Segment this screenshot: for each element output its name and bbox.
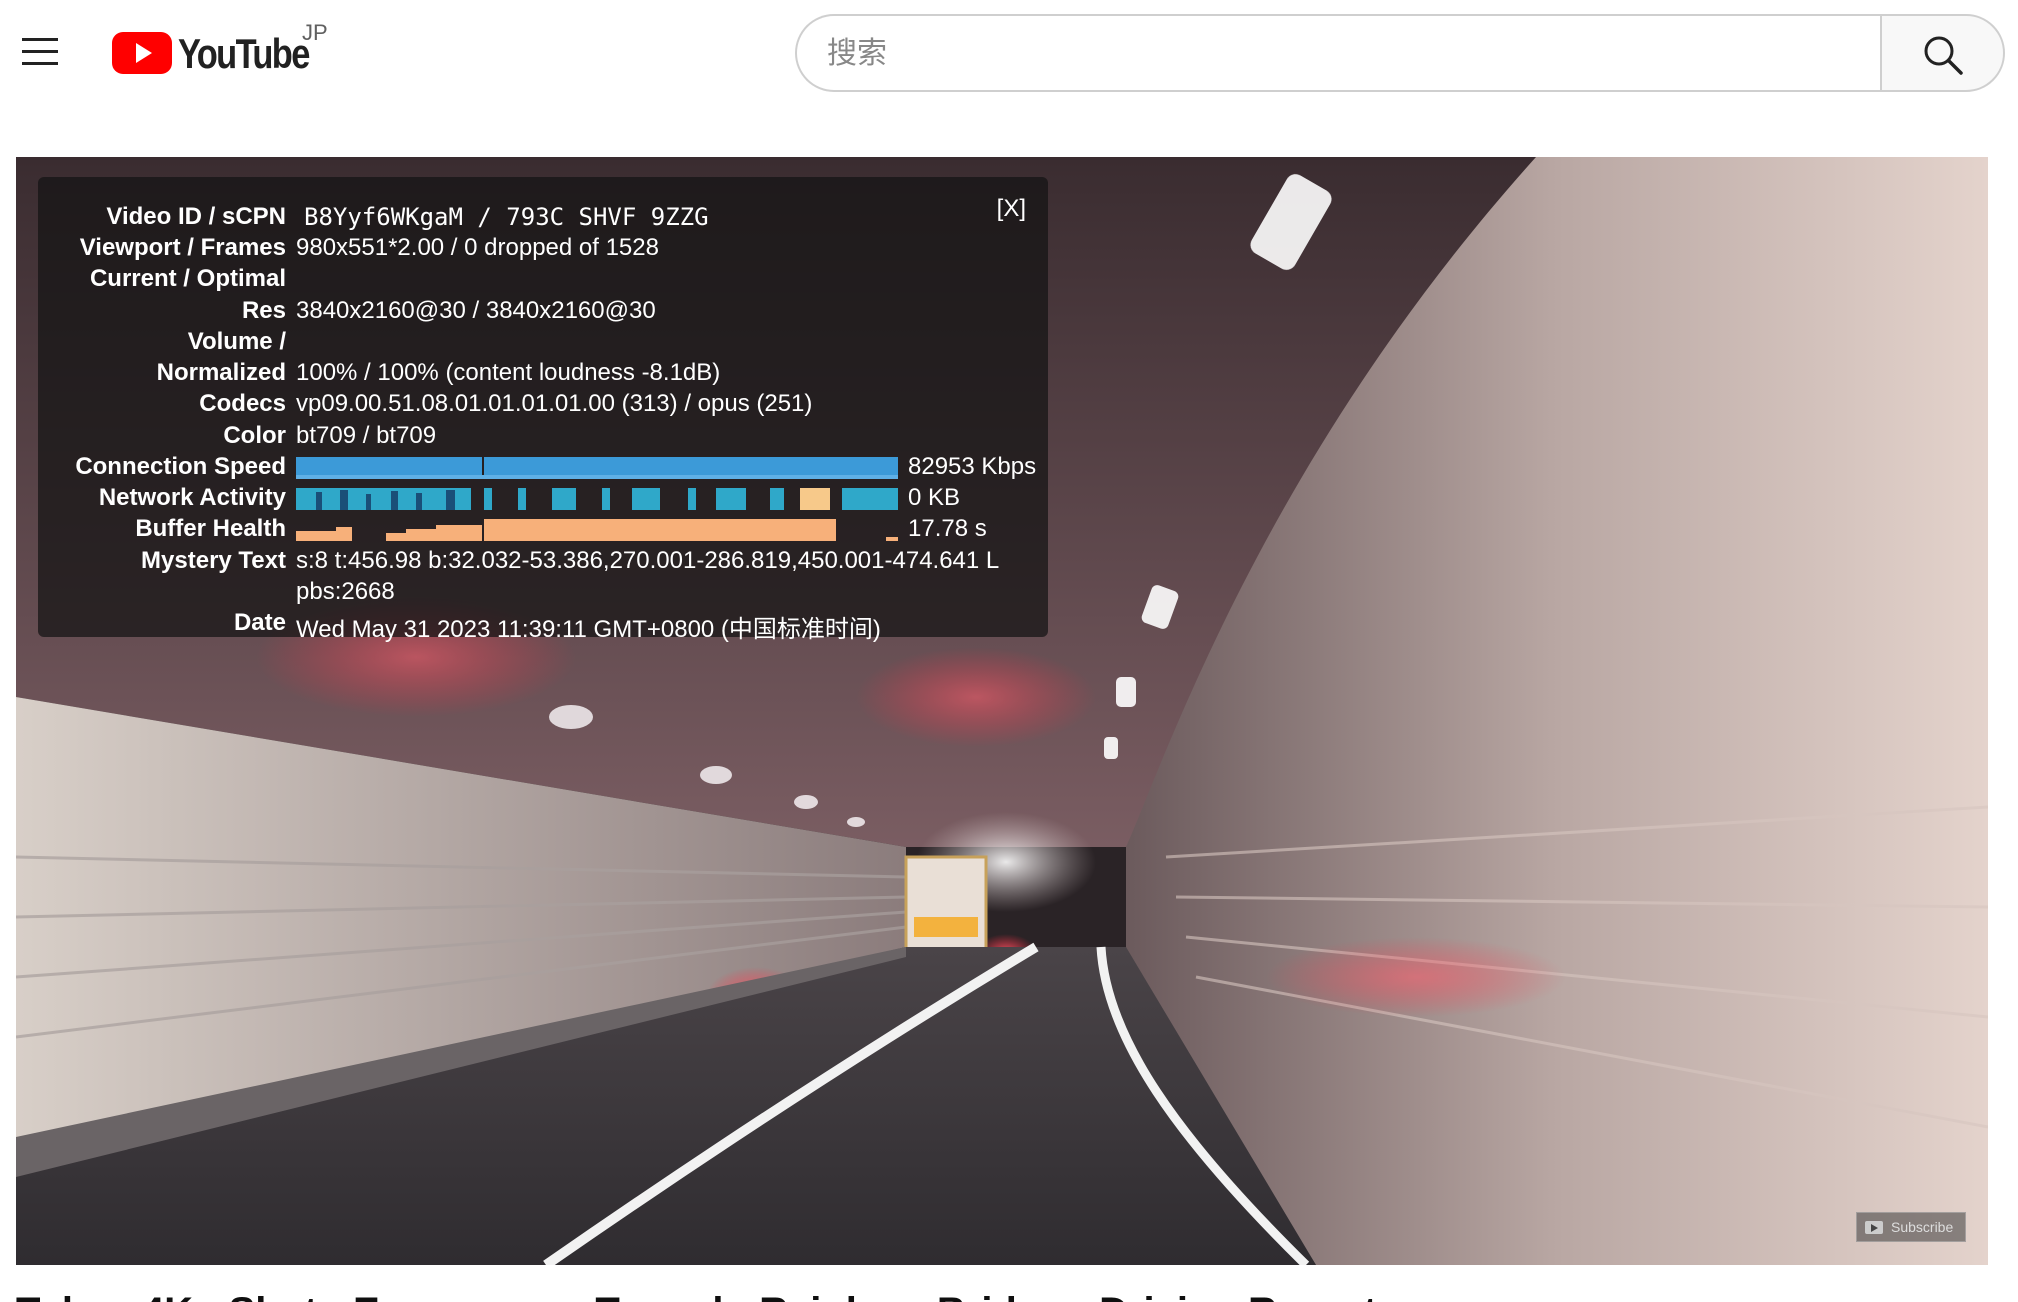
stats-label: Buffer Health [135,515,286,542]
stats-row-mystery-text: Mystery Text s:8 t:456.98 b:32.032-53.38… [38,547,1048,579]
stats-row-volume: Volume / [38,328,1048,360]
stats-row-current-optimal: Current / Optimal [38,265,1048,297]
menu-line [22,38,58,41]
stats-row-video-id: Video ID / sCPN B8Yyf6WKgaM / 793C SHVF … [38,203,1048,235]
stats-row-codecs: Codecs vp09.00.51.08.01.01.01.01.00 (313… [38,390,1048,422]
search-button[interactable] [1880,14,2005,92]
stats-label: Connection Speed [75,453,286,480]
stats-row-viewport: Viewport / Frames 980x551*2.00 / 0 dropp… [38,234,1048,266]
stats-row-connection-speed: Connection Speed 82953 Kbps [38,453,1048,485]
stats-label: Res [241,297,286,324]
stats-for-nerds-panel: [X] Video ID / sCPN B8Yyf6WKgaM / 793C S… [38,177,1048,643]
search-icon [1924,36,1963,75]
stats-row-normalized: Normalized 100% / 100% (content loudness… [38,359,1048,391]
stats-label: Codecs [199,390,286,417]
stats-value: 980x551*2.00 / 0 dropped of 1528 [296,234,659,261]
stats-row-res: Res 3840x2160@30 / 3840x2160@30 [38,297,1048,329]
stats-label: Viewport / Frames [79,234,286,261]
stats-value: Wed May 31 2023 11:39:11 GMT+0800 (中国标准时… [296,616,881,643]
stats-value: 100% / 100% (content loudness -8.1dB) [296,359,721,386]
subscribe-watermark[interactable]: Subscribe [1856,1212,1966,1242]
stats-value: 82953 Kbps [908,453,1037,480]
masthead: YouTube JP [0,0,2018,105]
connection-speed-graph [296,457,898,479]
menu-icon[interactable] [18,32,62,72]
country-code: JP [302,20,328,45]
youtube-watermark-icon [1865,1220,1883,1234]
subscribe-watermark-label: Subscribe [1891,1219,1954,1235]
stats-label: Volume / [187,328,286,355]
youtube-play-logo-icon [112,32,172,74]
stats-label: Mystery Text [141,547,286,574]
video-title: Tokyo 4K - Shuto Expressway Tunnel - Rai… [16,1290,1377,1302]
menu-line [22,50,58,53]
stats-label: Network Activity [98,484,286,511]
network-activity-graph [296,488,898,510]
stats-value: B8Yyf6WKgaM / 793C SHVF 9ZZG [304,203,709,231]
stats-value: 0 KB [908,484,961,511]
stats-value: s:8 t:456.98 b:32.032-53.386,270.001-286… [296,547,1000,574]
video-player[interactable]: [X] Video ID / sCPN B8Yyf6WKgaM / 793C S… [16,157,1988,1265]
menu-line [22,62,58,65]
stats-label: Video ID / sCPN [106,203,286,230]
search-input[interactable] [827,28,1857,78]
logo-wordmark: YouTube [178,30,310,77]
stats-label: Date [233,609,286,636]
stats-row-network-activity: Network Activity 0 KB [38,484,1048,516]
stats-row-date: Date Wed May 31 2023 11:39:11 GMT+0800 (… [38,609,1048,643]
stats-value: pbs:2668 [296,578,395,605]
stats-row-color: Color bt709 / bt709 [38,422,1048,454]
stats-label: Color [223,422,286,449]
buffer-health-graph [296,519,898,541]
stats-value: 3840x2160@30 / 3840x2160@30 [296,297,656,324]
stats-value: 17.78 s [908,515,987,542]
youtube-logo[interactable]: YouTube JP [112,20,352,84]
stats-label: Current / Optimal [89,265,286,292]
stats-row-buffer-health: Buffer Health 17.78 s [38,515,1048,547]
stats-label: Normalized [156,359,286,386]
search-box [795,14,1880,92]
stats-value: vp09.00.51.08.01.01.01.01.00 (313) / opu… [296,390,813,417]
stats-value: bt709 / bt709 [296,422,437,449]
stats-row-mystery-text-cont: pbs:2668 [38,578,1048,610]
